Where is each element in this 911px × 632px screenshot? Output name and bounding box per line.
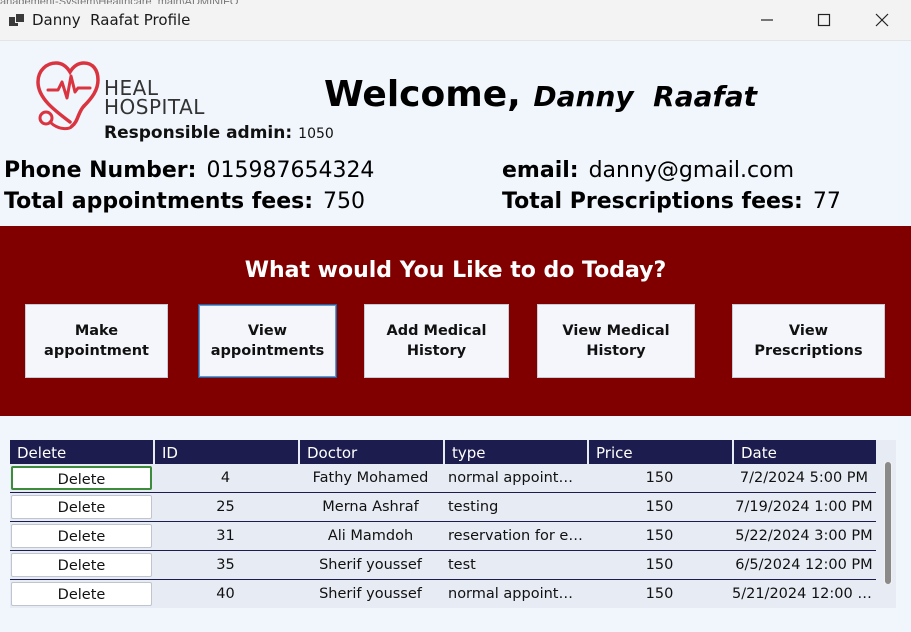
date-cell[interactable]: 6/5/2024 12:00 PM [732, 551, 876, 579]
grid-header: Delete ID Doctor type Price Date [10, 440, 876, 464]
view-prescriptions-button[interactable]: View Prescriptions [732, 304, 885, 378]
id-cell[interactable]: 40 [153, 580, 298, 608]
phone-value: 015987654324 [206, 158, 375, 183]
hospital-logo-icon [36, 61, 100, 131]
table-row[interactable]: Delete31Ali Mamdohreservation for eye su… [10, 522, 876, 551]
phone-label: Phone Number: [4, 158, 197, 183]
appointment-fees-info: Total appointments fees: 750 [4, 189, 365, 214]
maximize-icon [817, 13, 831, 27]
column-header-type[interactable]: type [443, 440, 587, 464]
table-row[interactable]: Delete 40 Sherif youssef normal appointment… [10, 580, 876, 608]
delete-button[interactable]: Delete [11, 466, 152, 490]
id-cell[interactable]: 4 [153, 464, 298, 492]
maximize-button[interactable] [795, 0, 853, 40]
minimize-button[interactable] [738, 0, 796, 40]
phone-info: Phone Number: 015987654324 [4, 158, 374, 183]
delete-button[interactable]: Delete [11, 582, 152, 606]
email-label: email: [502, 158, 579, 183]
admin-label: Responsible admin: [104, 123, 293, 143]
background-path-text: anagement-System\Healthcare_main\ADMINIF… [0, 0, 340, 4]
welcome-name: Danny Raafat [533, 80, 757, 113]
price-cell[interactable]: 150 [587, 580, 732, 608]
delete-button[interactable]: Delete [11, 524, 152, 548]
window-title: Danny Raafat Profile [32, 11, 191, 29]
welcome-heading: Welcome, Danny Raafat [324, 74, 757, 115]
appointment-fees-label: Total appointments fees: [4, 189, 314, 214]
date-cell[interactable]: 5/21/2024 12:00 PM [732, 580, 876, 608]
appointments-grid[interactable]: Delete ID Doctor type Price Date Delete 4… [10, 440, 896, 608]
type-cell[interactable]: normal appointment [443, 464, 587, 492]
minimize-icon [761, 19, 773, 21]
type-cell[interactable]: test [443, 551, 587, 579]
prescription-fees-value: 77 [812, 189, 841, 214]
date-cell[interactable]: 7/19/2024 1:00 PM [732, 493, 876, 521]
column-header-id[interactable]: ID [153, 440, 298, 464]
type-cell[interactable]: reservation for eye surgery [443, 522, 587, 550]
grid-scrollbar[interactable] [884, 462, 892, 584]
actions-title: What would You Like to do Today? [244, 258, 667, 283]
appointment-fees-value: 750 [323, 189, 366, 214]
email-value: danny@gmail.com [588, 158, 795, 183]
app-icon [9, 12, 25, 28]
delete-button[interactable]: Delete [11, 495, 152, 519]
view-medical-history-button[interactable]: View Medical History [537, 304, 695, 378]
make-appointment-button[interactable]: Make appointment [25, 304, 168, 378]
prescription-fees-info: Total Prescriptions fees: 77 [502, 189, 841, 214]
table-row[interactable]: Delete 25 Merna Ashraf testing 150 7/19/2024 … [10, 493, 876, 522]
id-cell[interactable]: 31 [153, 522, 298, 550]
doctor-cell[interactable]: Ali Mamdoh [298, 522, 443, 550]
price-cell[interactable]: 150 [587, 464, 732, 492]
close-icon [875, 13, 889, 27]
column-header-doctor[interactable]: Doctor [298, 440, 443, 464]
grid-scroll-thumb[interactable] [885, 462, 891, 584]
doctor-cell[interactable]: Sherif youssef [298, 551, 443, 579]
column-header-price[interactable]: Price [587, 440, 732, 464]
type-cell[interactable]: normal appointment [443, 580, 587, 608]
title-bar[interactable]: Danny Raafat Profile [0, 0, 911, 41]
doctor-cell[interactable]: Sherif youssef [298, 580, 443, 608]
id-cell[interactable]: 25 [153, 493, 298, 521]
email-info: email: danny@gmail.com [502, 158, 794, 183]
actions-banner: What would You Like to do Today? Make ap… [0, 226, 911, 416]
logo-text-hospital: HOSPITAL [104, 95, 205, 119]
price-cell[interactable]: 150 [587, 493, 732, 521]
date-cell[interactable]: 7/2/2024 5:00 PM [732, 464, 876, 492]
price-cell[interactable]: 150 [587, 551, 732, 579]
admin-value: 1050 [298, 126, 334, 142]
responsible-admin: Responsible admin: 1050 [104, 123, 334, 143]
prescription-fees-label: Total Prescriptions fees: [502, 189, 803, 214]
type-cell[interactable]: testing [443, 493, 587, 521]
add-medical-history-button[interactable]: Add Medical History [364, 304, 509, 378]
close-button[interactable] [853, 0, 911, 40]
welcome-label: Welcome, [324, 74, 521, 115]
doctor-cell[interactable]: Fathy Mohamed [298, 464, 443, 492]
view-appointments-button[interactable]: View appointments [198, 304, 337, 378]
date-cell[interactable]: 5/22/2024 3:00 PM [732, 522, 876, 550]
price-cell[interactable]: 150 [587, 522, 732, 550]
doctor-cell[interactable]: Merna Ashraf [298, 493, 443, 521]
column-header-date[interactable]: Date [732, 440, 876, 464]
column-header-delete[interactable]: Delete [10, 440, 153, 464]
id-cell[interactable]: 35 [153, 551, 298, 579]
delete-button[interactable]: Delete [11, 553, 152, 577]
table-row[interactable]: Delete 35 Sherif youssef test 150 6/5/2024 12… [10, 551, 876, 580]
table-row[interactable]: Delete 4 Fathy Mohamed normal appointment 15… [10, 464, 876, 493]
profile-window: Danny Raafat Profile HEAL HOSPITAL Respo… [0, 0, 911, 632]
